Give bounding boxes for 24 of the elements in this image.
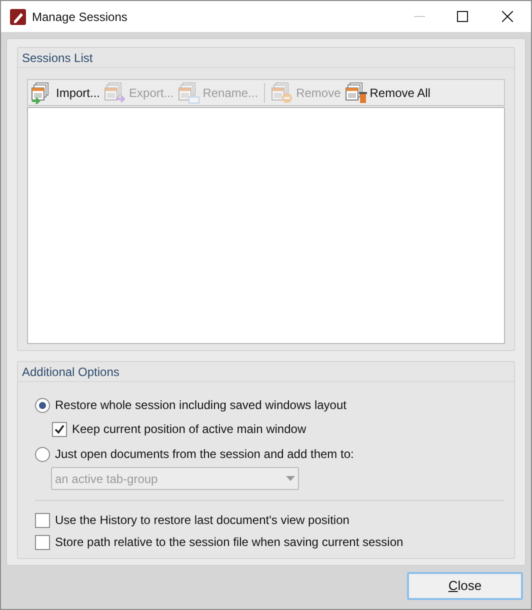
group-title: Additional Options [22, 364, 120, 380]
checkbox[interactable] [35, 534, 50, 550]
close-button[interactable]: Close [407, 572, 523, 600]
option-label: Just open documents from the session and add them to: [55, 446, 354, 463]
close-icon[interactable] [502, 11, 513, 22]
group-title: Sessions List [22, 50, 93, 66]
option-label: Restore whole session including saved windows layout [55, 397, 346, 414]
app-logo-icon [10, 8, 26, 24]
calendar-icon [104, 82, 126, 104]
calendar-icon [344, 82, 367, 104]
checkbox[interactable] [35, 512, 50, 528]
radio-button[interactable] [35, 398, 50, 412]
calendar-icon [271, 82, 294, 104]
checkbox[interactable] [52, 422, 67, 436]
caret-icon [286, 476, 295, 481]
toolbar-button[interactable]: Import... [31, 82, 100, 104]
radio-button[interactable] [35, 446, 50, 462]
toolbar-button[interactable]: Remove All [344, 82, 430, 104]
maximize-icon[interactable] [457, 11, 468, 22]
window-title: Manage Sessions [32, 8, 128, 26]
option-label: Keep current position of active main window [72, 421, 306, 438]
option-label: Use the History to restore last document's view position [55, 512, 350, 529]
calendar-icon [178, 82, 200, 104]
option-label: Store path relative to the session file when saving current session [55, 534, 404, 551]
